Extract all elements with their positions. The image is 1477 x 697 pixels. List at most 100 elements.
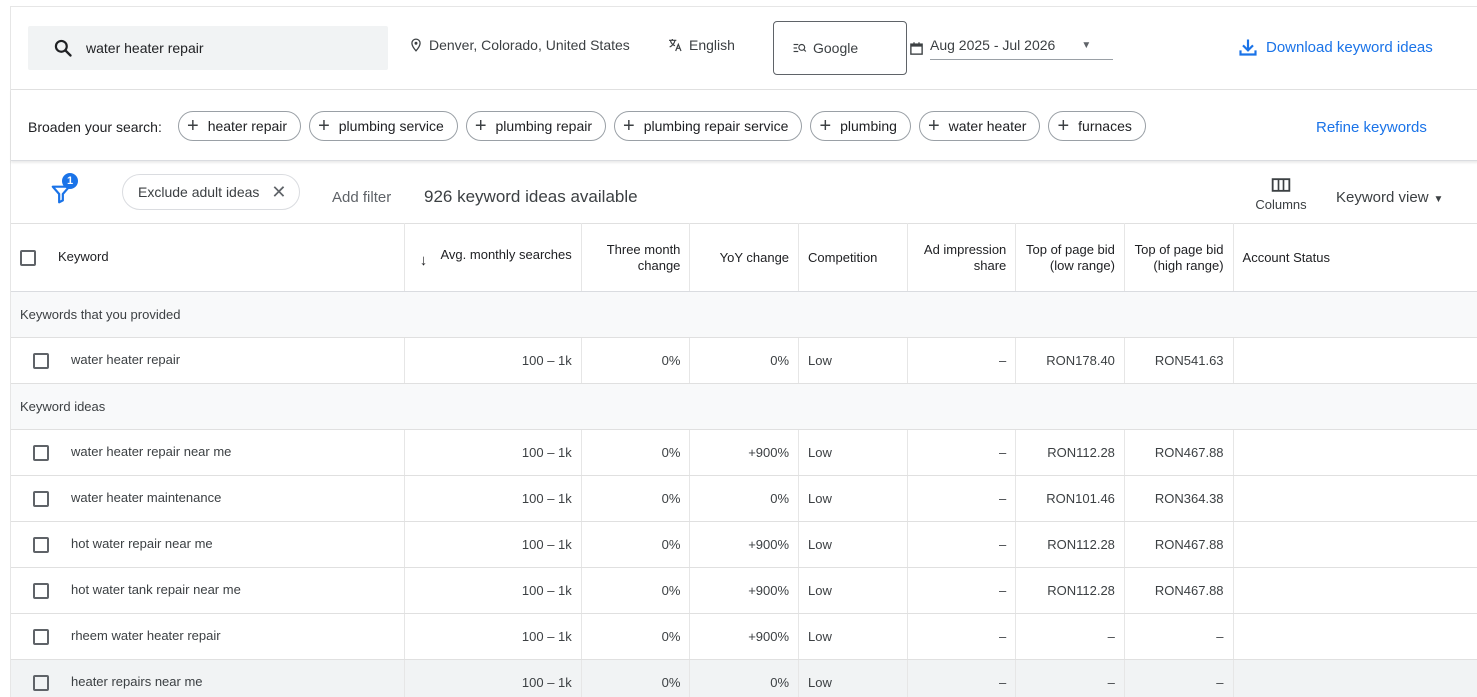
broaden-chip-label: heater repair bbox=[207, 118, 288, 134]
columns-icon bbox=[1271, 178, 1291, 192]
keyword-text: hot water tank repair near me bbox=[71, 582, 241, 598]
select-all-checkbox[interactable] bbox=[20, 249, 36, 266]
bid-high-cell: RON364.38 bbox=[1124, 475, 1234, 522]
competition-cell: Low bbox=[798, 475, 908, 522]
keyword-cell: hot water tank repair near me bbox=[11, 567, 405, 614]
date-range-selector[interactable]: Aug 2025 - Jul 2026 ▼ bbox=[909, 37, 1114, 60]
bid-low-cell: RON112.28 bbox=[1015, 521, 1125, 568]
download-icon bbox=[1239, 39, 1257, 56]
competition-column-header[interactable]: Competition bbox=[798, 223, 908, 292]
keyword-view-label: Keyword view bbox=[1336, 189, 1429, 206]
table-row[interactable]: water heater repair near me 100 – 1k 0% … bbox=[11, 429, 1477, 476]
three-month-header-label: Three month change bbox=[606, 241, 681, 273]
table-row[interactable]: hot water repair near me 100 – 1k 0% +90… bbox=[11, 521, 1477, 568]
account-status-column-header[interactable]: Account Status bbox=[1233, 223, 1477, 292]
group-label: Keyword ideas bbox=[11, 383, 1477, 430]
bid-high-cell: – bbox=[1124, 613, 1234, 660]
columns-button[interactable]: Columns bbox=[1251, 177, 1311, 212]
broaden-chip[interactable]: + heater repair bbox=[178, 111, 302, 141]
account-status-cell bbox=[1233, 613, 1477, 660]
bid-low-cell: RON112.28 bbox=[1015, 429, 1125, 476]
date-range-field[interactable]: Aug 2025 - Jul 2026 ▼ bbox=[930, 37, 1114, 60]
avg-searches-cell: 100 – 1k bbox=[404, 475, 582, 522]
avg-searches-cell: 100 – 1k bbox=[404, 337, 582, 384]
broaden-chip-label: furnaces bbox=[1078, 118, 1132, 134]
row-checkbox[interactable] bbox=[33, 536, 49, 553]
competition-header-label: Competition bbox=[808, 249, 878, 265]
table-row[interactable]: rheem water heater repair 100 – 1k 0% +9… bbox=[11, 613, 1477, 660]
ad-share-header-label: Ad impression share bbox=[923, 241, 1007, 273]
bid-high-column-header[interactable]: Top of page bid (high range) bbox=[1124, 223, 1234, 292]
keyword-column-header[interactable]: Keyword bbox=[11, 223, 405, 292]
location-selector[interactable]: Denver, Colorado, United States bbox=[409, 37, 630, 53]
plus-icon: + bbox=[187, 115, 199, 137]
competition-cell: Low bbox=[798, 567, 908, 614]
search-input[interactable]: water heater repair bbox=[28, 26, 388, 70]
bid-high-cell: RON541.63 bbox=[1124, 337, 1234, 384]
competition-cell: Low bbox=[798, 659, 908, 697]
table-header-row: Keyword ↓ Avg. monthly searches Three mo… bbox=[11, 223, 1477, 292]
sort-arrow-down-icon: ↓ bbox=[419, 251, 428, 269]
row-checkbox[interactable] bbox=[33, 352, 49, 369]
table-row[interactable]: water heater maintenance 100 – 1k 0% 0% … bbox=[11, 475, 1477, 522]
row-checkbox[interactable] bbox=[33, 444, 49, 461]
broaden-chip[interactable]: + furnaces bbox=[1048, 111, 1146, 141]
row-checkbox[interactable] bbox=[33, 628, 49, 645]
close-icon[interactable]: ✕ bbox=[271, 182, 286, 203]
search-icon bbox=[54, 39, 72, 57]
broaden-chip[interactable]: + water heater bbox=[918, 111, 1041, 141]
row-checkbox[interactable] bbox=[33, 490, 49, 507]
group-row-ideas: Keyword ideas bbox=[11, 383, 1477, 430]
network-selector[interactable]: Google bbox=[773, 21, 907, 75]
ad-share-cell: – bbox=[907, 613, 1017, 660]
keyword-text: heater repairs near me bbox=[71, 674, 203, 690]
avg-searches-cell: 100 – 1k bbox=[404, 429, 582, 476]
three-month-column-header[interactable]: Three month change bbox=[581, 223, 691, 292]
avg-searches-column-header[interactable]: ↓ Avg. monthly searches bbox=[404, 223, 582, 292]
avg-searches-cell: 100 – 1k bbox=[404, 567, 582, 614]
bid-low-cell: – bbox=[1015, 613, 1125, 660]
filter-bar: 1 Exclude adult ideas ✕ Add filter 926 k… bbox=[11, 163, 1477, 223]
broaden-chip[interactable]: + plumbing repair service bbox=[614, 111, 803, 141]
keyword-planner-page: water heater repair Denver, Colorado, Un… bbox=[10, 6, 1477, 697]
location-label: Denver, Colorado, United States bbox=[429, 37, 630, 53]
keyword-header-label: Keyword bbox=[58, 249, 109, 265]
keyword-cell: heater repairs near me bbox=[11, 659, 405, 697]
active-filter-chip[interactable]: Exclude adult ideas ✕ bbox=[122, 174, 300, 210]
broaden-chip[interactable]: + plumbing service bbox=[309, 111, 458, 141]
account-status-cell bbox=[1233, 521, 1477, 568]
date-range-label: Aug 2025 - Jul 2026 bbox=[930, 37, 1056, 53]
row-checkbox[interactable] bbox=[33, 582, 49, 599]
active-filter-label: Exclude adult ideas bbox=[138, 184, 260, 200]
three-month-cell: 0% bbox=[581, 429, 691, 476]
calendar-icon bbox=[910, 42, 923, 55]
ad-share-column-header[interactable]: Ad impression share bbox=[907, 223, 1017, 292]
chevron-down-icon: ▼ bbox=[1081, 39, 1092, 51]
add-filter-button[interactable]: Add filter bbox=[332, 189, 391, 206]
language-selector[interactable]: English bbox=[667, 37, 735, 53]
keyword-count: 926 keyword ideas available bbox=[424, 187, 638, 206]
table-row[interactable]: water heater repair 100 – 1k 0% 0% Low –… bbox=[11, 337, 1477, 384]
row-checkbox[interactable] bbox=[33, 674, 49, 691]
yoy-cell: +900% bbox=[689, 429, 800, 476]
download-keyword-ideas-button[interactable]: Download keyword ideas bbox=[1238, 37, 1433, 57]
broaden-chip-label: plumbing repair service bbox=[643, 118, 789, 134]
bid-low-header-label: Top of page bid (low range) bbox=[1026, 241, 1115, 273]
broaden-chip-label: plumbing bbox=[840, 118, 897, 134]
keyword-cell: water heater repair bbox=[11, 337, 405, 384]
yoy-column-header[interactable]: YoY change bbox=[689, 223, 800, 292]
broaden-chip[interactable]: + plumbing bbox=[810, 111, 911, 141]
refine-keywords-button[interactable]: Refine keywords bbox=[1316, 119, 1427, 136]
keyword-cell: water heater maintenance bbox=[11, 475, 405, 522]
keyword-view-selector[interactable]: Keyword view ▼ bbox=[1336, 189, 1443, 206]
chevron-down-icon: ▼ bbox=[1433, 194, 1444, 205]
yoy-cell: 0% bbox=[689, 659, 800, 697]
table-row[interactable]: hot water tank repair near me 100 – 1k 0… bbox=[11, 567, 1477, 614]
bid-low-column-header[interactable]: Top of page bid (low range) bbox=[1015, 223, 1125, 292]
table-row[interactable]: heater repairs near me 100 – 1k 0% 0% Lo… bbox=[11, 659, 1477, 697]
yoy-cell: 0% bbox=[689, 475, 800, 522]
keyword-cell: hot water repair near me bbox=[11, 521, 405, 568]
broaden-chip[interactable]: + plumbing repair bbox=[465, 111, 607, 141]
filter-button[interactable]: 1 bbox=[50, 173, 78, 204]
broaden-chip-label: plumbing service bbox=[338, 118, 444, 134]
